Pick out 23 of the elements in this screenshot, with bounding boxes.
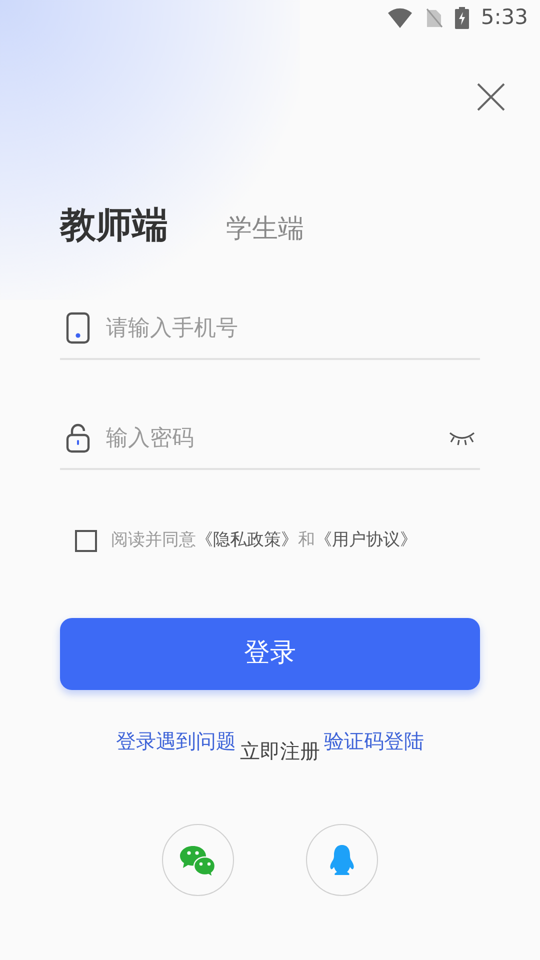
login-button[interactable]: 登录: [60, 618, 480, 690]
role-tab[interactable]: 教师端: [60, 208, 168, 244]
battery-charging-icon: [454, 7, 469, 29]
chat-bubbles-icon: [179, 844, 217, 876]
phone-field[interactable]: 请输入手机号: [106, 312, 476, 344]
penguin-icon: [329, 844, 355, 876]
text-link[interactable]: 登录遇到问题: [116, 726, 236, 756]
phone-icon: [66, 312, 90, 344]
lock-icon: [66, 423, 90, 453]
privacy-policy-link[interactable]: 《隐私政策》: [196, 528, 298, 554]
password-field[interactable]: 输入密码: [106, 422, 432, 454]
close-icon: [476, 82, 506, 112]
no-sim-icon: [424, 8, 443, 28]
register-link[interactable]: 立即注册: [240, 736, 320, 766]
agreement-text: 阅读并同意: [111, 529, 196, 552]
user-agreement-link[interactable]: 《用户协议》: [315, 528, 417, 554]
wechat-login-button[interactable]: [162, 824, 234, 896]
status-time: 5:33: [480, 4, 528, 32]
wifi-icon: [386, 8, 413, 28]
qq-login-button[interactable]: [306, 824, 378, 896]
agreement-conjunction: 和: [298, 529, 315, 552]
text-link[interactable]: 验证码登陆: [324, 726, 424, 756]
agreement-checkbox[interactable]: [75, 530, 97, 552]
